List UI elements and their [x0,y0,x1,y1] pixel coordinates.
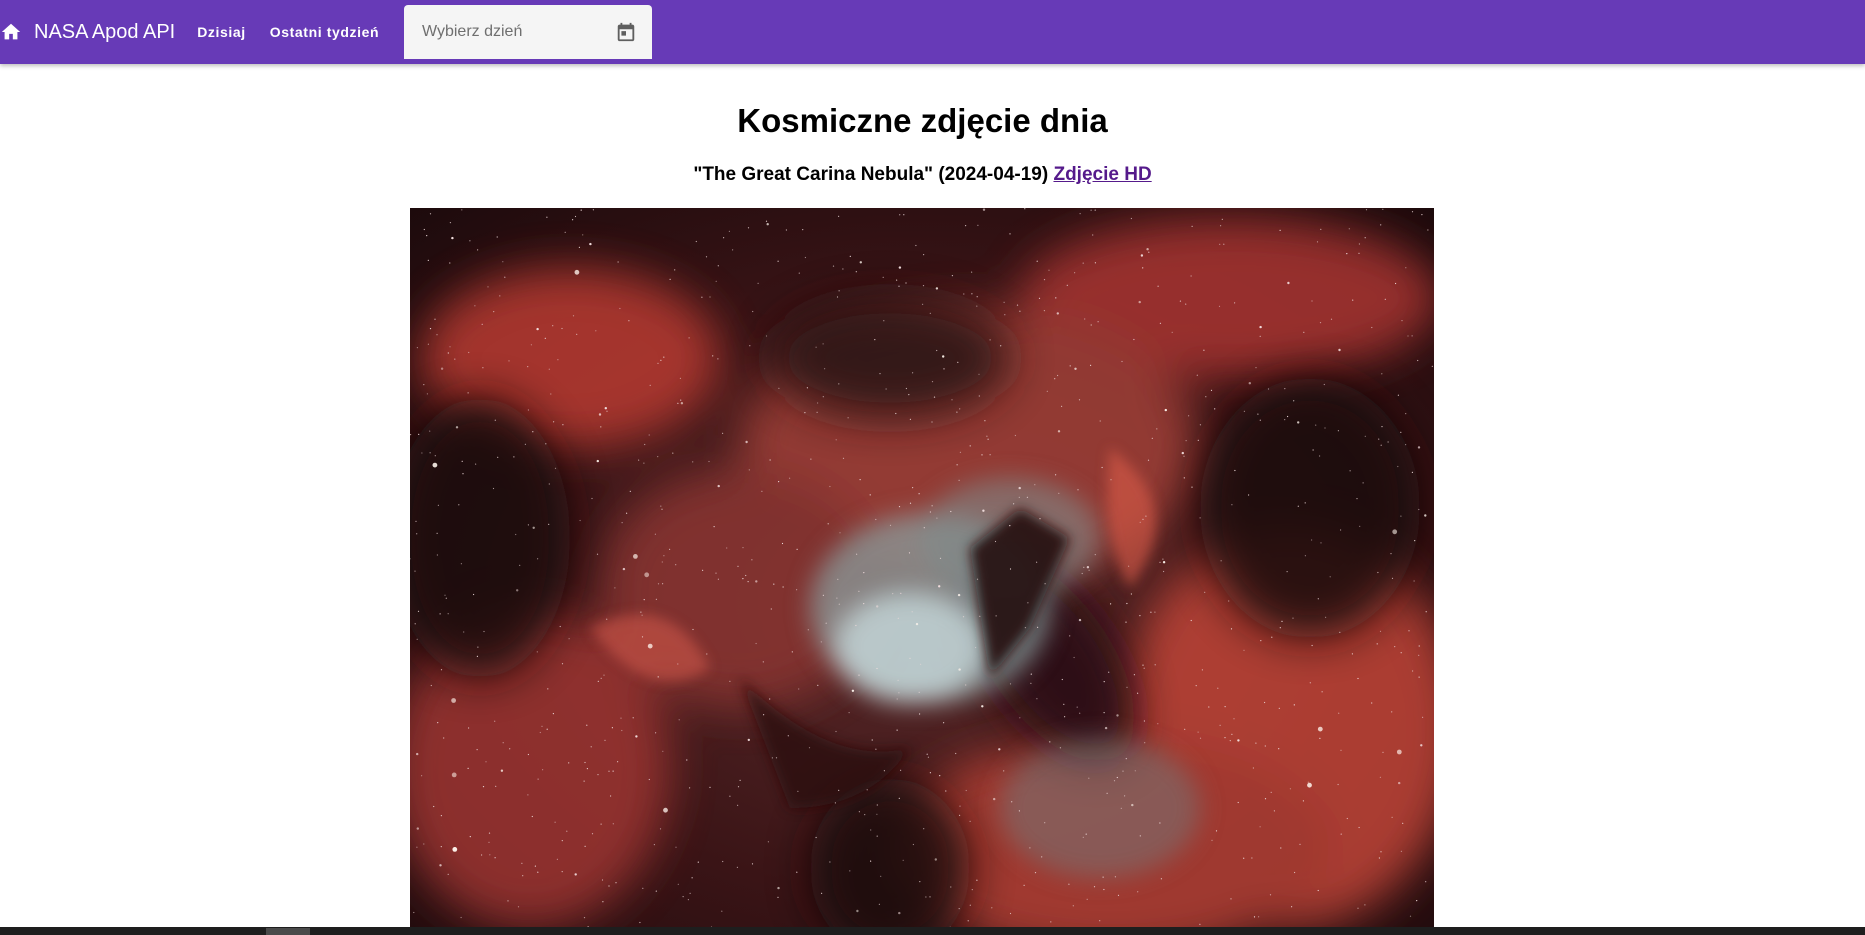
calendar-toggle-button[interactable] [614,20,638,44]
picture-title: "The Great Carina Nebula" (2024-04-19) [693,164,1049,185]
page-title: Kosmiczne zdjęcie dnia [737,102,1108,139]
top-toolbar: NASA Apod API Dzisiaj Ostatni tydzień [0,0,1865,64]
scrollbar-thumb[interactable] [266,928,310,935]
nebula-picture [410,208,1434,928]
home-button[interactable] [0,0,30,64]
calendar-icon [617,22,635,42]
date-picker-field[interactable] [404,5,652,59]
nav-today-button[interactable]: Dzisiaj [185,0,258,64]
nav-last-week-button[interactable]: Ostatni tydzień [258,0,391,64]
picture-caption: "The Great Carina Nebula" (2024-04-19) Z… [0,164,1845,186]
apod-image [410,208,1434,928]
hd-image-link[interactable]: Zdjęcie HD [1053,164,1151,185]
date-input[interactable] [420,22,614,42]
app-title[interactable]: NASA Apod API [34,21,175,44]
home-icon [1,23,21,40]
